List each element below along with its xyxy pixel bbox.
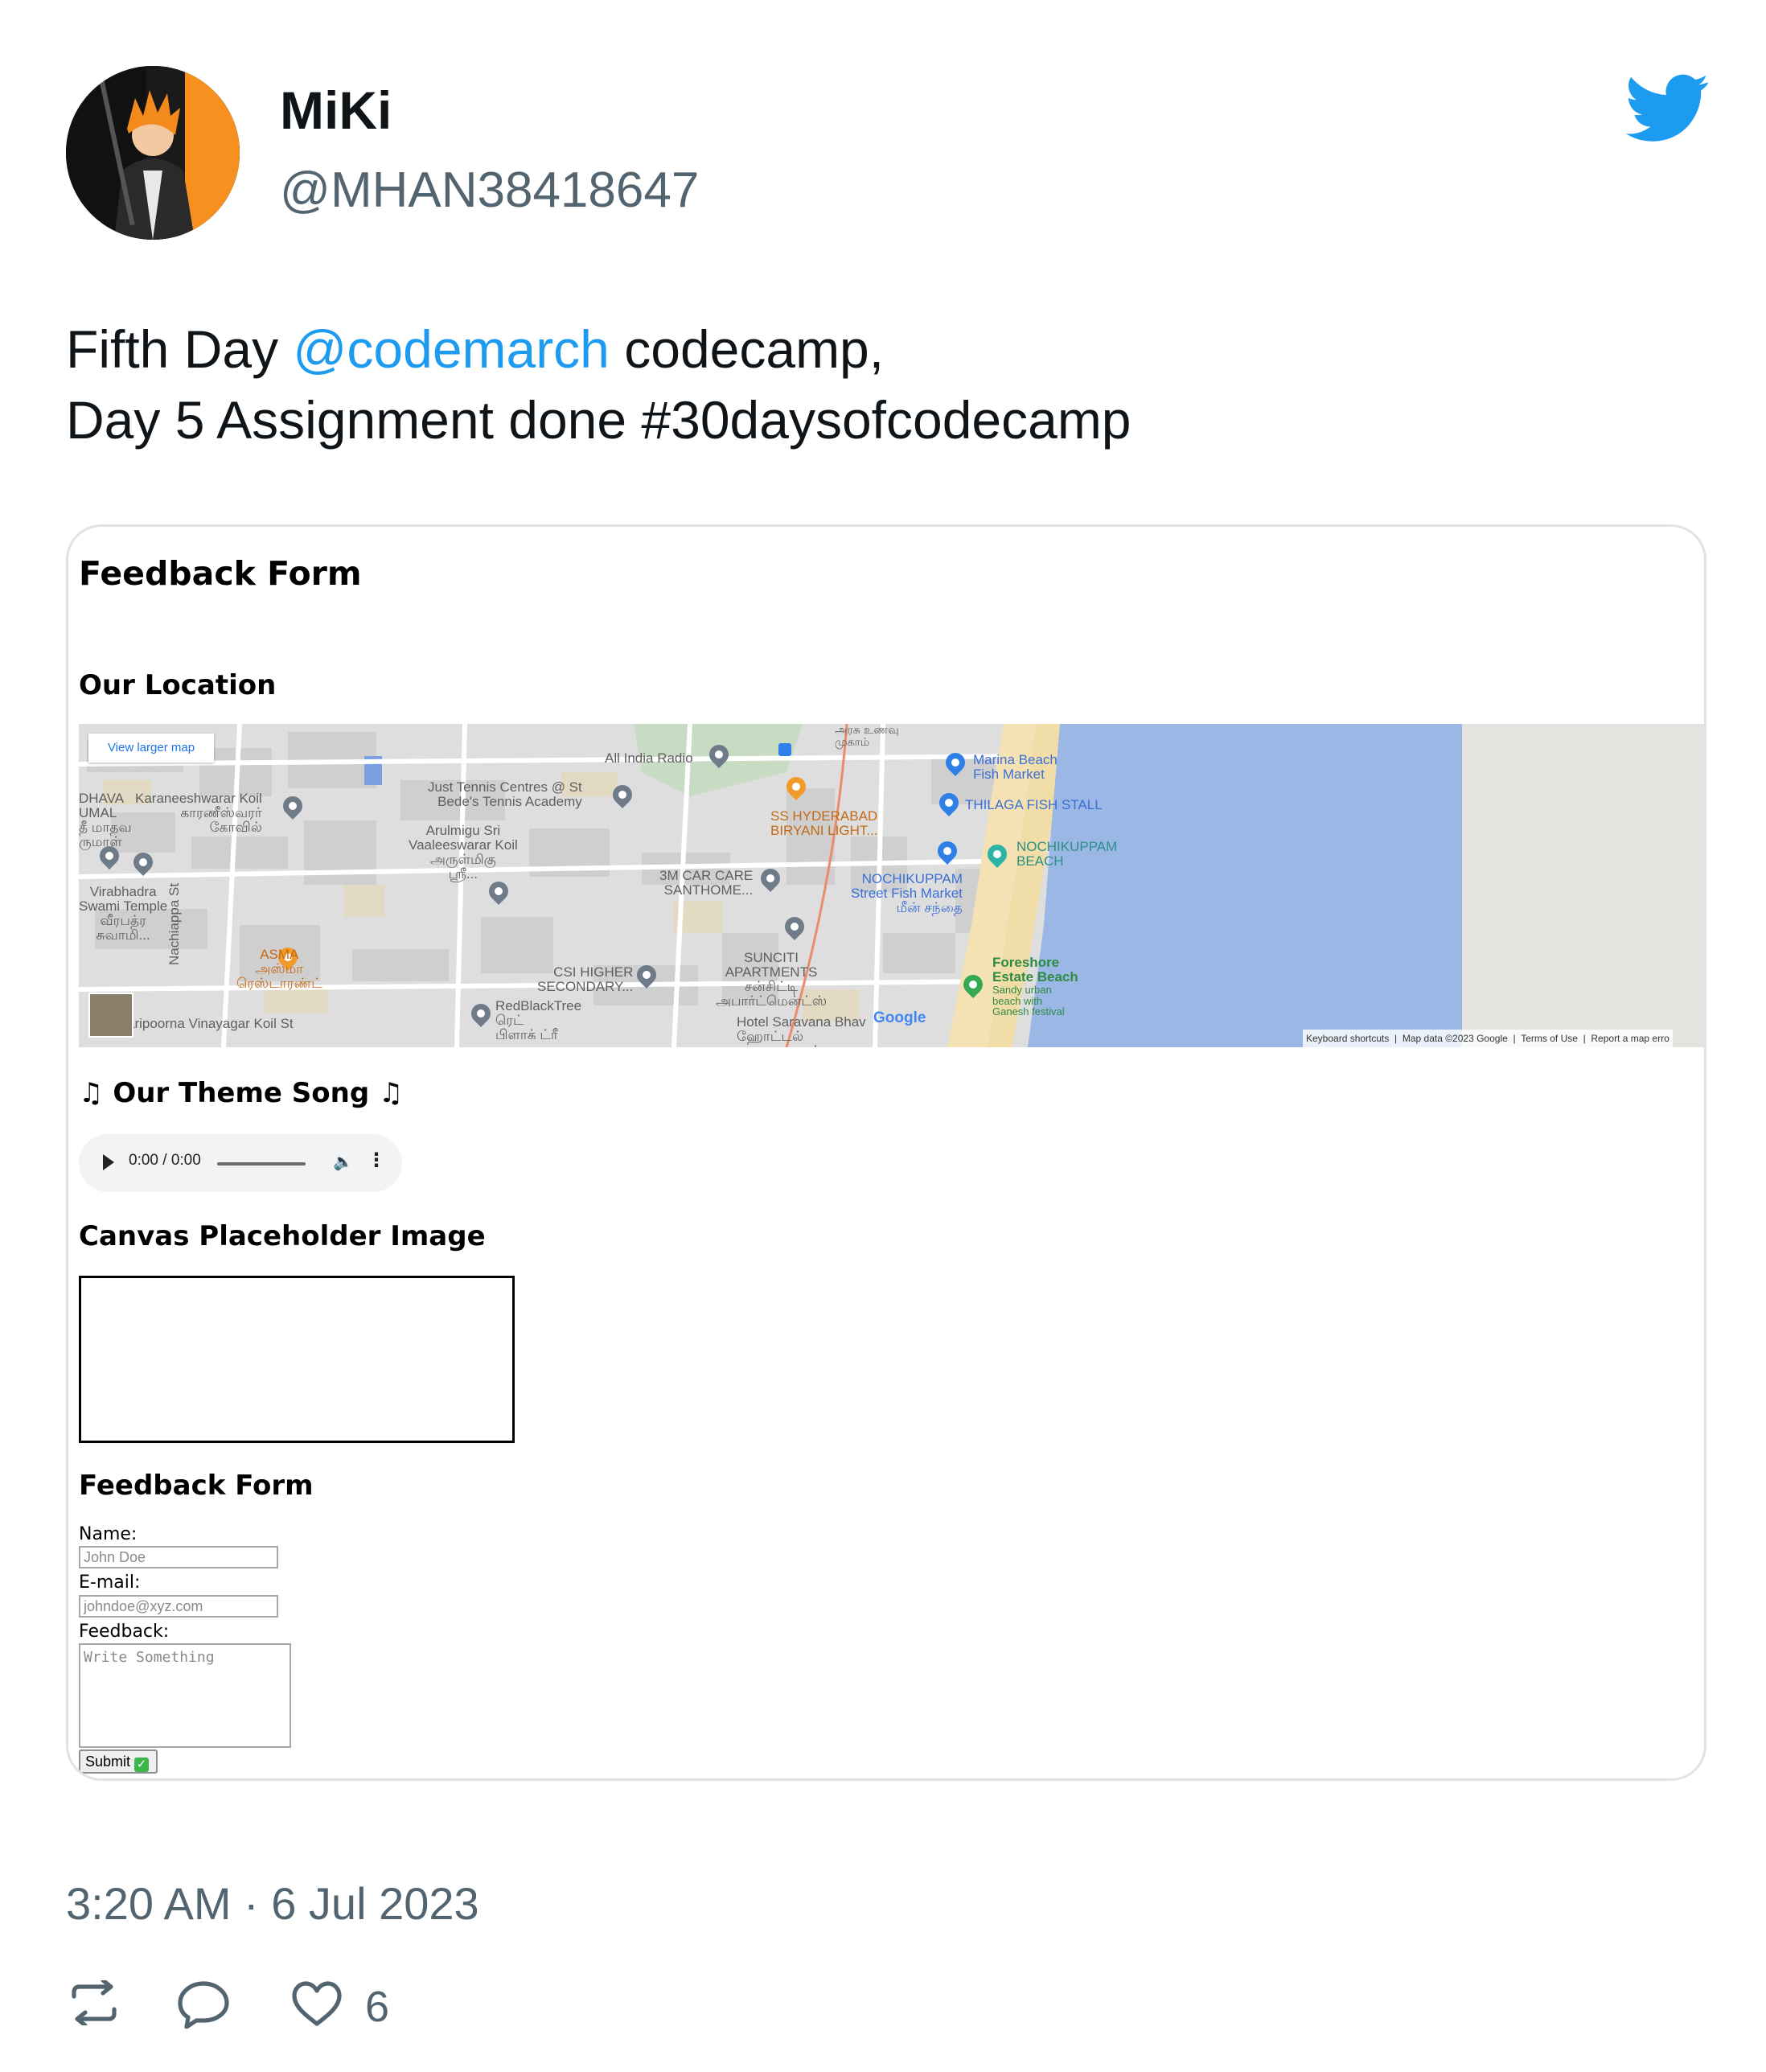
play-icon[interactable] (103, 1154, 114, 1170)
more-options-icon[interactable]: ⋮ (367, 1149, 386, 1171)
map-label: Marina Beach Fish Market (973, 752, 1058, 782)
map-label: Arulmigu Sri Vaaleeswarar Koil அருள்மிகு… (409, 823, 518, 882)
map-label: Just Tennis Centres @ St Bede's Tennis A… (428, 779, 582, 809)
canvas-placeholder (79, 1276, 515, 1443)
map-label: aripoorna Vinayagar Koil St (127, 1016, 294, 1031)
map-label: Foreshore Estate Beach (992, 955, 1078, 985)
reply-icon[interactable] (177, 1980, 230, 2033)
map-label: ASMA அஸ்மா ரெஸ்டாரண்ட் (236, 947, 322, 991)
tweet-line-1: Fifth Day @codemarch codecamp, (66, 314, 1698, 384)
map-label: DHAVA UMAL தீ மாதவ ருமாள் (79, 791, 132, 849)
map-label: Sandy urban beach with Ganesh festival (992, 984, 1065, 1018)
submit-label: Submit (85, 1753, 131, 1770)
map-label: CSI HIGHER SECONDARY... (537, 964, 634, 994)
volume-icon[interactable]: 🔈 (333, 1152, 353, 1171)
form-heading: Feedback Form (79, 1470, 314, 1502)
name-input[interactable]: John Doe (79, 1546, 278, 1568)
name-label: Name: (79, 1524, 138, 1544)
attached-image-card[interactable]: Feedback Form Our Location View larger m… (66, 524, 1706, 1781)
location-heading: Our Location (79, 669, 277, 701)
like-icon[interactable] (291, 1980, 343, 2031)
canvas-heading: Canvas Placeholder Image (79, 1220, 486, 1252)
map-data-text: Map data ©2023 Google (1402, 1033, 1508, 1044)
map-embed[interactable]: View larger map All India Radio Just Ten… (79, 724, 1704, 1047)
tweet-line-2: Day 5 Assignment done #30daysofcodecamp (66, 390, 1131, 450)
map-label: All India Radio (605, 750, 693, 766)
tweet-text: Fifth Day @codemarch codecamp, Day 5 Ass… (66, 314, 1698, 455)
email-input[interactable]: johndoe@xyz.com (79, 1595, 278, 1618)
audio-player[interactable]: 0:00 / 0:00 🔈 ⋮ (79, 1134, 402, 1192)
twitter-bird-icon[interactable] (1626, 72, 1710, 145)
email-label: E-mail: (79, 1572, 141, 1593)
mention-link[interactable]: @codemarch (293, 319, 610, 379)
tweet-timestamp[interactable]: 3:20 AM · 6 Jul 2023 (66, 1877, 479, 1930)
street-view-thumbnail[interactable] (88, 993, 133, 1038)
feedback-textarea[interactable]: Write Something (79, 1643, 291, 1748)
map-attribution: Keyboard shortcuts | Map data ©2023 Goog… (1303, 1030, 1673, 1047)
map-label: அரசு உணவு முகாம் (835, 724, 899, 748)
map-label: 3M CAR CARE SANTHOME... (659, 868, 754, 898)
google-logo: Google (873, 1009, 926, 1026)
feedback-label: Feedback: (79, 1622, 170, 1642)
map-label: Nachiappa St (166, 882, 182, 965)
display-name[interactable]: MiKi (280, 84, 392, 137)
view-larger-map-link[interactable]: View larger map (88, 734, 214, 763)
user-handle[interactable]: @MHAN38418647 (280, 166, 699, 216)
like-count: 6 (365, 1983, 390, 2031)
tweet-text-part: codecamp, (609, 319, 885, 379)
audio-time: 0:00 / 0:00 (129, 1152, 201, 1169)
avatar[interactable] (66, 66, 240, 240)
submit-button[interactable]: Submit ✓ (79, 1749, 158, 1774)
map-label: Virabhadra Swami Temple வீரபத்ர சுவாமி..… (79, 884, 168, 943)
bus-stop-icon[interactable] (778, 743, 791, 756)
map-label: NOCHIKUPPAM Street Fish Market மீன் சந்த… (851, 871, 963, 915)
page-title: Feedback Form (79, 554, 362, 593)
keyboard-shortcuts-link[interactable]: Keyboard shortcuts (1306, 1033, 1389, 1044)
report-error-link[interactable]: Report a map erro (1591, 1033, 1669, 1044)
check-icon: ✓ (134, 1758, 150, 1772)
map-label: Karaneeshwarar Koil காரணீஸ்வரர் கோவில் (135, 791, 262, 835)
map-label: NOCHIKUPPAM BEACH (1016, 839, 1118, 869)
map-label: THILAGA FISH STALL (965, 797, 1103, 812)
theme-song-heading: ♫ Our Theme Song ♫ (79, 1077, 404, 1109)
retweet-icon[interactable] (68, 1978, 121, 2029)
audio-progress-slider[interactable] (217, 1162, 306, 1166)
map-label: SS HYDERABAD BIRYANI LIGHT... (770, 808, 878, 838)
map-label: SUNCITI APARTMENTS சன்சிட்டி அபார்ட்மென்… (716, 950, 828, 1009)
avatar-image (66, 66, 240, 240)
map-label: Hotel Saravana Bhav ஹோட்டல் சரவண பவன் (737, 1014, 866, 1047)
terms-link[interactable]: Terms of Use (1521, 1033, 1578, 1044)
map-label: RedBlackTree ரெட் பிளாக் ட்ரீ (495, 998, 582, 1042)
tweet-text-part: Fifth Day (66, 319, 294, 379)
